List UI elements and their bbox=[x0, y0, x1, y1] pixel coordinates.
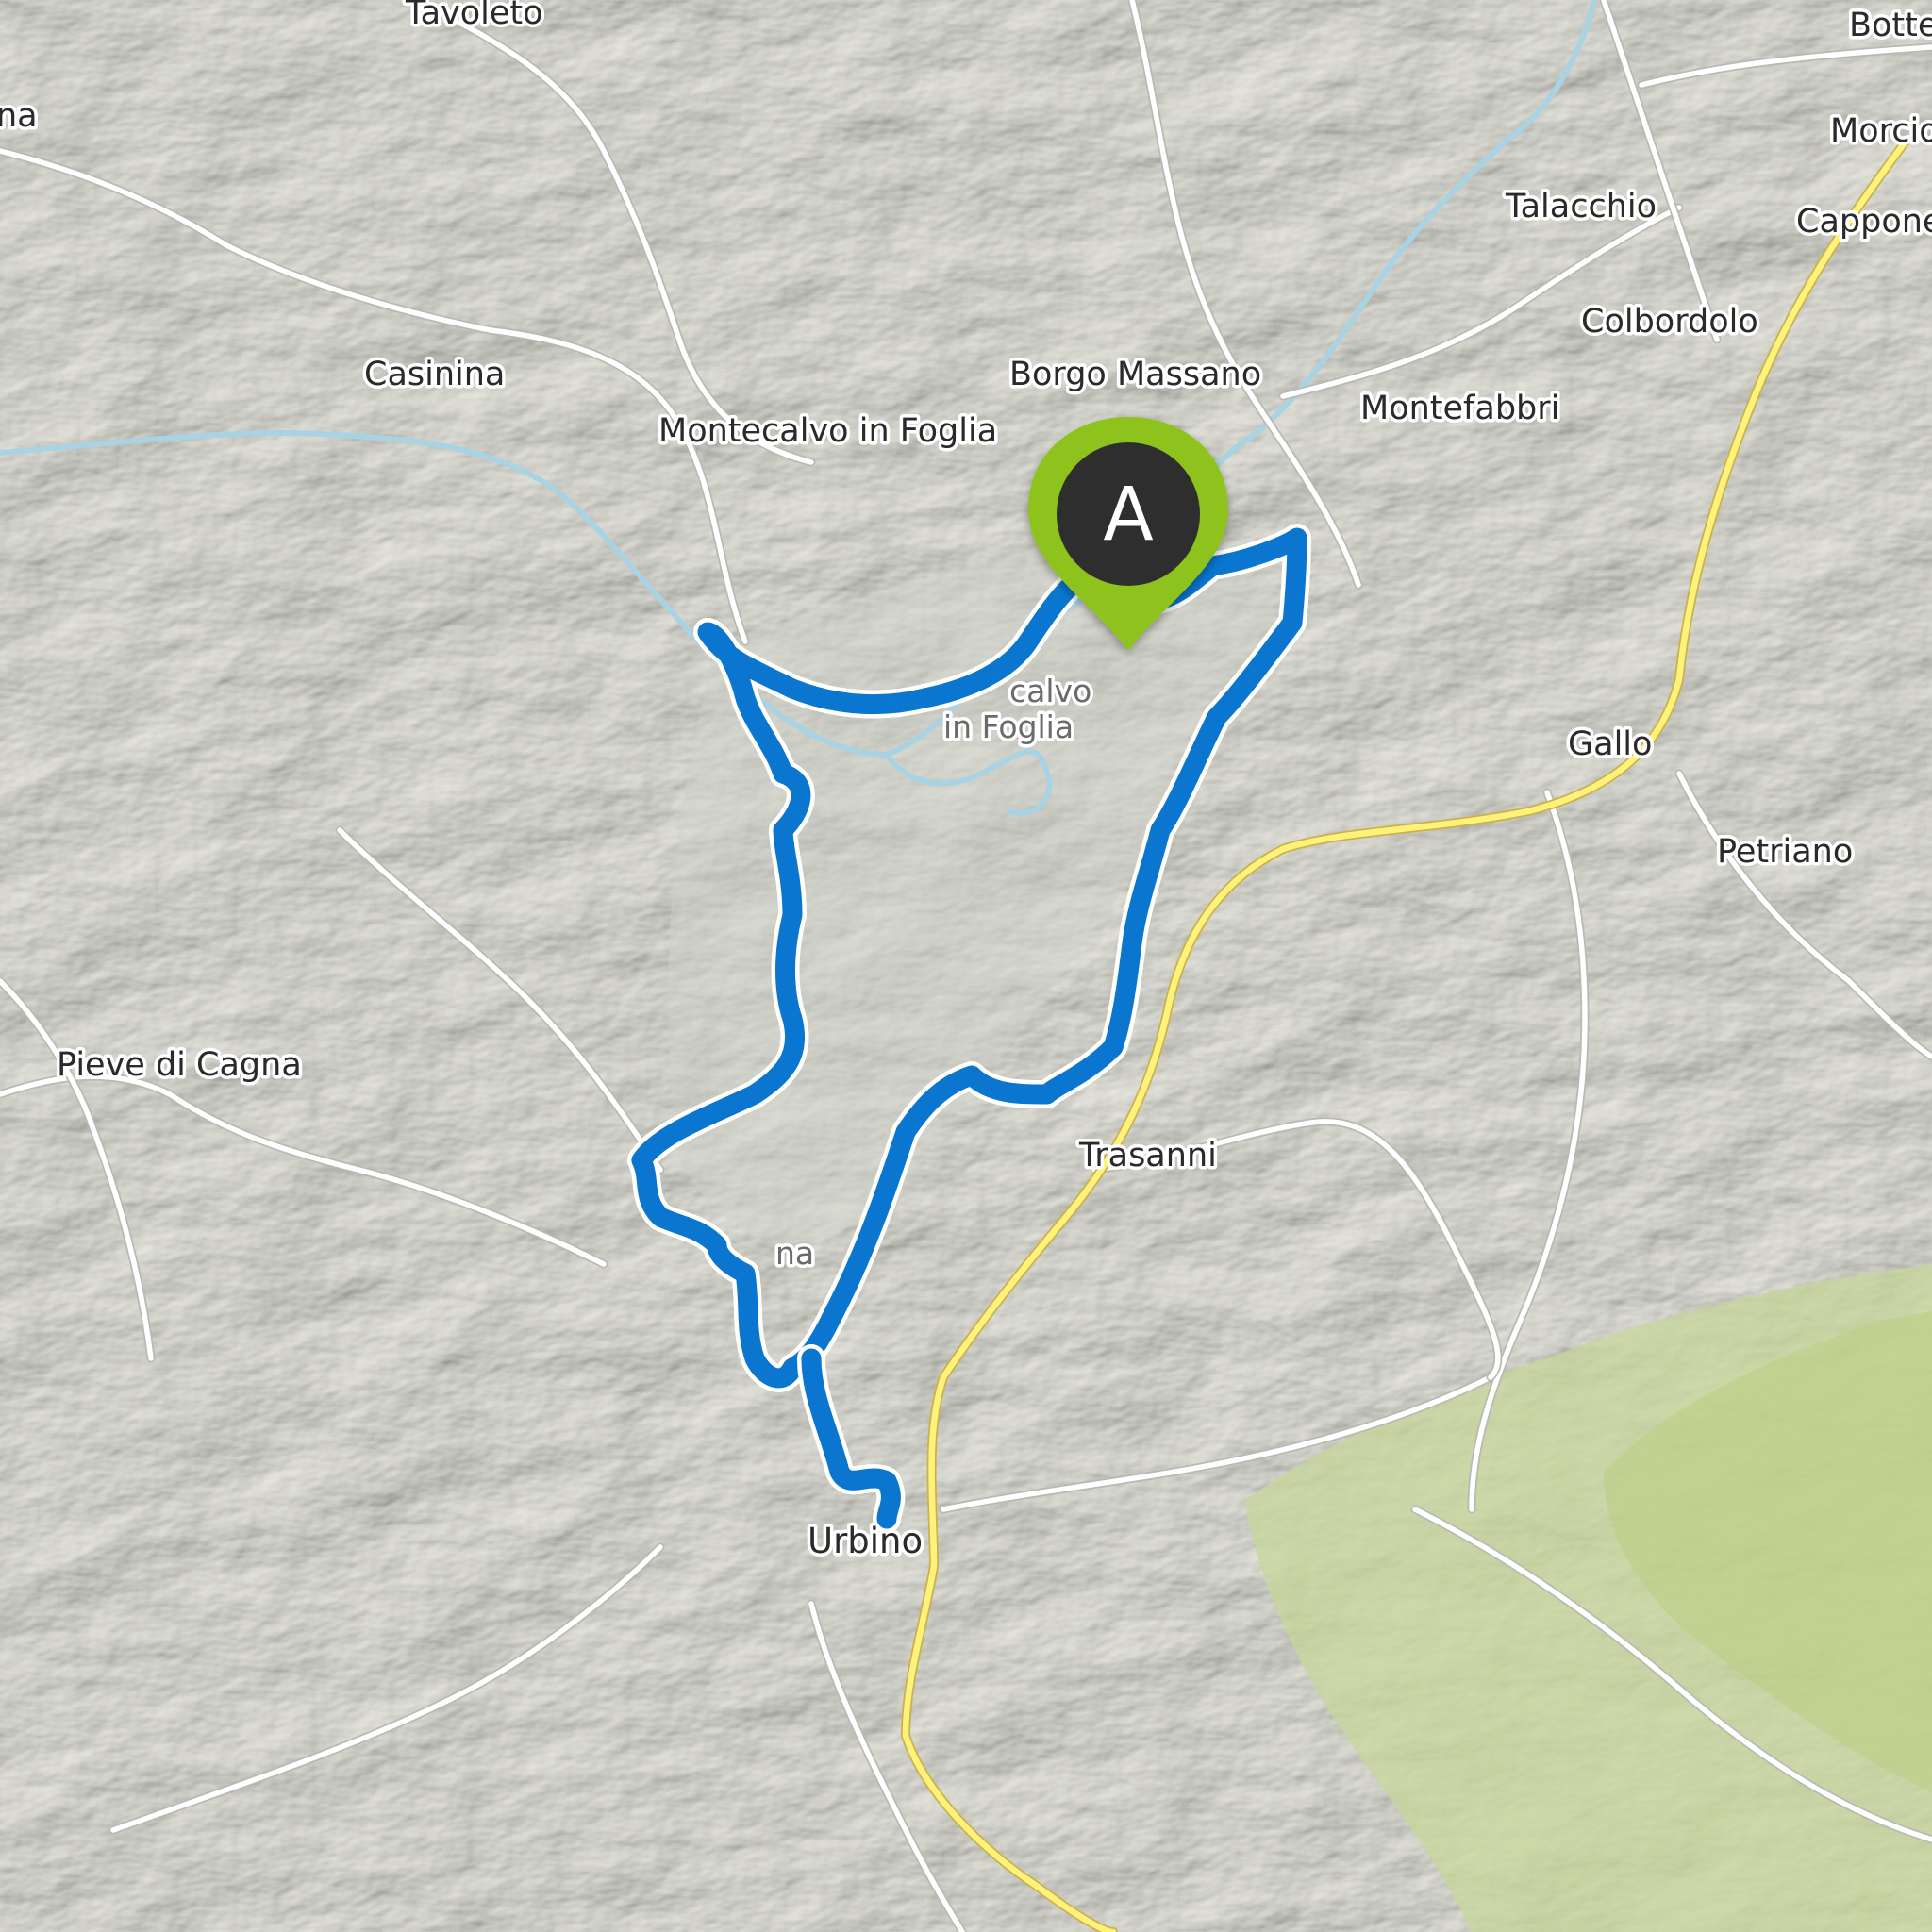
place-label-bottega: Botte bbox=[1849, 7, 1932, 44]
place-label-petriano: Petriano bbox=[1717, 833, 1853, 871]
place-label-urbino: Urbino bbox=[808, 1521, 923, 1561]
place-label-pieve-di-cagna: Pieve di Cagna bbox=[57, 1046, 302, 1084]
place-label-talacchio: Talacchio bbox=[1505, 188, 1657, 225]
place-label-borgo-massano: Borgo Massano bbox=[1009, 356, 1261, 393]
place-label-morciola: Morcio bbox=[1830, 112, 1932, 150]
place-label-edge-left: na bbox=[0, 97, 38, 135]
place-label-tavoleto: Tavoleto bbox=[405, 0, 543, 32]
place-label-montecalvo-area-1: calvo bbox=[1009, 673, 1091, 709]
place-label-montefabbri: Montefabbri bbox=[1360, 390, 1559, 427]
marker-label: A bbox=[1103, 473, 1153, 558]
place-label-cappone: Cappone bbox=[1796, 203, 1932, 241]
place-label-montecalvo-area-2: in Foglia bbox=[943, 708, 1074, 745]
place-label-casinina: Casinina bbox=[364, 356, 505, 393]
place-label-trasanni: Trasanni bbox=[1078, 1137, 1217, 1174]
place-label-montecalvo-in-foglia: Montecalvo in Foglia bbox=[658, 412, 997, 450]
place-label-hidden-town: na bbox=[775, 1235, 814, 1272]
place-label-gallo: Gallo bbox=[1568, 725, 1652, 763]
map-view[interactable]: Tavoleto Botte Morcio Talacchio Cappone … bbox=[0, 0, 1932, 1932]
place-label-colbordolo: Colbordolo bbox=[1581, 303, 1758, 341]
